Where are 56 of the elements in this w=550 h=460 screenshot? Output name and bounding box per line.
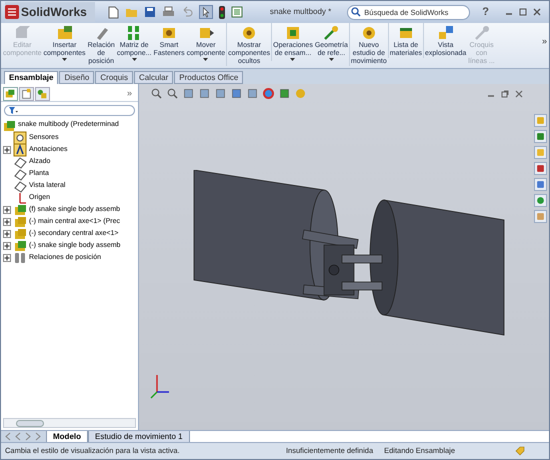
print-icon[interactable]: [162, 6, 175, 18]
part-icon: [13, 227, 27, 241]
caret-icon: [290, 58, 296, 61]
horizontal-scrollbar[interactable]: [3, 418, 136, 428]
help-button[interactable]: ?: [482, 4, 489, 20]
model-tab[interactable]: Estudio de movimiento 1: [88, 431, 190, 442]
select-pointer-icon[interactable]: [198, 5, 213, 19]
search-icon: [351, 7, 362, 17]
document-title: snake multbody *: [270, 6, 332, 18]
sensor-icon: [13, 131, 27, 145]
command-tab[interactable]: Productos Office: [174, 71, 244, 84]
options-icon[interactable]: [230, 6, 243, 18]
zoom-area-icon[interactable]: [167, 88, 178, 99]
plane-icon: [13, 155, 27, 169]
command-tab[interactable]: Diseño: [59, 71, 94, 84]
plane-icon: [13, 179, 27, 193]
panel-expand-button[interactable]: »: [126, 87, 136, 101]
traffic-light-icon[interactable]: [218, 6, 225, 18]
expand-toggle[interactable]: [3, 218, 11, 226]
model-tab[interactable]: Modelo: [46, 431, 88, 442]
expand-toggle[interactable]: [3, 146, 11, 154]
caret-icon: [132, 58, 137, 61]
assembly-icon: [13, 239, 27, 253]
mates-icon: [13, 251, 27, 265]
new-document-icon[interactable]: [106, 6, 119, 18]
caret-icon: [62, 58, 68, 61]
expand-toggle[interactable]: [3, 242, 11, 250]
undo-icon[interactable]: [180, 6, 193, 18]
expand-toggle[interactable]: [3, 230, 11, 238]
expand-toggle[interactable]: [3, 254, 11, 262]
expand-toggle[interactable]: [3, 206, 11, 214]
app-logo[interactable]: SolidWorks: [5, 2, 95, 22]
command-tab[interactable]: Calcular: [134, 71, 174, 84]
tag-icon[interactable]: [515, 446, 525, 456]
logo-icon: [5, 5, 19, 19]
assembly-icon: [13, 203, 27, 217]
annotation-icon: [13, 143, 27, 157]
close-icon[interactable]: [533, 8, 541, 16]
filter-field[interactable]: [4, 105, 135, 116]
part-icon: [13, 215, 27, 229]
tree-icon[interactable]: [3, 87, 18, 101]
save-icon[interactable]: [144, 6, 156, 18]
plane-icon: [13, 167, 27, 181]
filter-icon: [9, 106, 18, 114]
command-tab[interactable]: Ensamblaje: [4, 71, 58, 84]
app-name: SolidWorks: [21, 4, 87, 21]
close-icon[interactable]: [515, 90, 523, 98]
restore-icon[interactable]: [501, 90, 509, 98]
appearance-icon[interactable]: [263, 88, 274, 99]
caret-icon: [203, 58, 208, 61]
command-tab[interactable]: Croquis: [95, 71, 133, 84]
caret-icon: [328, 58, 334, 61]
maximize-icon[interactable]: [519, 8, 527, 16]
assembly-icon: [2, 118, 16, 132]
more-button[interactable]: »: [542, 23, 548, 48]
zoom-to-fit-icon[interactable]: [151, 88, 162, 99]
